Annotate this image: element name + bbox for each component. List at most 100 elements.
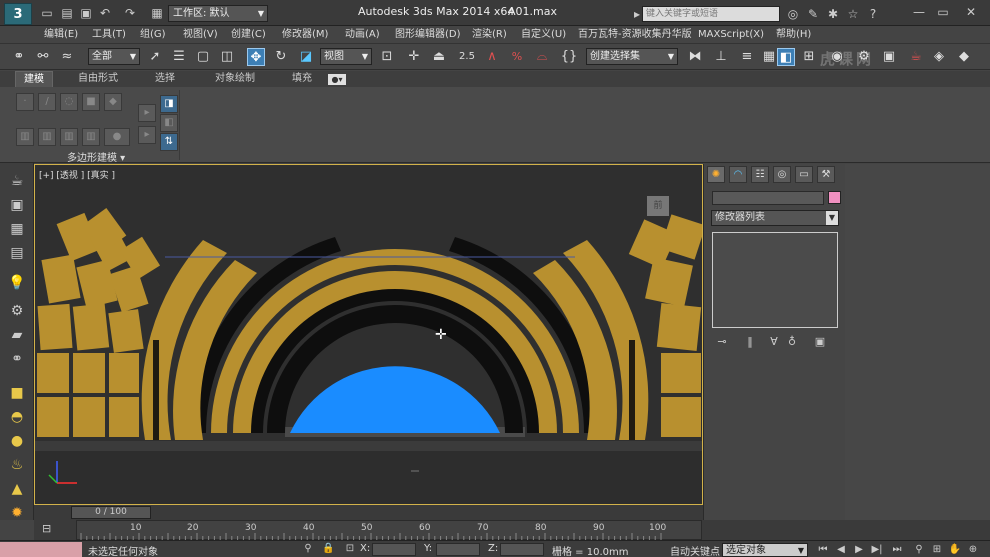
redo-icon[interactable]: ↷ <box>123 6 137 20</box>
undo-icon[interactable]: ↶ <box>98 6 112 20</box>
render-icon[interactable]: ▣ <box>7 195 27 215</box>
curve-editor-icon[interactable]: ◧ <box>777 48 795 66</box>
menu-plugin[interactable]: 百万瓦特-资源收集丹华版 <box>578 27 692 42</box>
ribbon-border-icon[interactable]: ◌ <box>60 93 78 111</box>
keyboard-shortcut-icon[interactable]: ⏏ <box>430 48 448 66</box>
go-to-start-icon[interactable]: ⏮ <box>816 543 830 557</box>
select-manipulate-icon[interactable]: ✛ <box>405 48 423 66</box>
tab-object-paint[interactable]: 对象绘制 <box>207 71 263 87</box>
menu-group[interactable]: 组(G) <box>140 27 166 42</box>
tab-freeform[interactable]: 自由形式 <box>70 71 126 87</box>
key-filter-dropdown[interactable]: 选定对象 ▼ <box>722 543 808 557</box>
ribbon-toggle-1-icon[interactable]: ◨ <box>160 95 178 113</box>
subscription-icon[interactable]: ✎ <box>806 7 820 21</box>
close-button[interactable]: ✕ <box>962 4 980 20</box>
modifier-stack[interactable] <box>712 232 838 328</box>
reference-coord-dropdown[interactable]: 视图 ▼ <box>320 48 372 65</box>
align-icon[interactable]: ⊥ <box>712 48 730 66</box>
menu-animation[interactable]: 动画(A) <box>345 27 380 42</box>
ribbon-tool-1-icon[interactable]: ▥ <box>16 128 34 146</box>
pin-stack-icon[interactable]: ⊸ <box>714 334 730 350</box>
menu-maxscript[interactable]: MAXScript(X) <box>698 27 764 42</box>
hemisphere-icon[interactable]: ◓ <box>7 407 27 427</box>
viewcube[interactable]: 前 <box>647 196 669 216</box>
mirror-icon[interactable]: ⧓ <box>686 48 704 66</box>
sphere-icon[interactable]: ● <box>7 431 27 451</box>
save-icon[interactable]: ▣ <box>79 6 93 20</box>
next-frame-icon[interactable]: ▶| <box>870 543 884 557</box>
box-icon[interactable]: ■ <box>7 383 27 403</box>
layer-manager-icon[interactable]: ≡ <box>738 48 756 66</box>
ribbon-tool-5-icon[interactable]: ● <box>104 128 130 146</box>
pivot-center-icon[interactable]: ⊡ <box>378 48 396 66</box>
teapot-icon[interactable]: ☕ <box>7 171 27 191</box>
show-end-result-icon[interactable]: ‖ <box>742 334 758 350</box>
menu-edit[interactable]: 编辑(E) <box>44 27 78 42</box>
tab-modeling[interactable]: 建模 <box>15 71 53 87</box>
calculator-icon[interactable]: ▦ <box>7 219 27 239</box>
window-crossing-icon[interactable]: ◫ <box>218 48 236 66</box>
configure-modifier-sets-icon[interactable]: ▣ <box>812 334 828 350</box>
project-folder-icon[interactable]: ▦ <box>150 6 164 20</box>
unlink-icon[interactable]: ⚯ <box>34 48 52 66</box>
polygon-modeling-label[interactable]: 多边形建模 ▾ <box>67 149 125 164</box>
tab-populate[interactable]: 填充 <box>284 71 320 87</box>
time-slider-thumb[interactable]: 0 / 100 <box>71 506 151 519</box>
absolute-mode-icon[interactable]: ⊡ <box>344 543 356 555</box>
object-color-swatch[interactable] <box>828 191 841 204</box>
zoom-all-icon[interactable]: ⊞ <box>930 543 944 557</box>
ribbon-vertex-icon[interactable]: · <box>16 93 34 111</box>
menu-help[interactable]: 帮助(H) <box>776 27 811 42</box>
menu-graph-editors[interactable]: 图形编辑器(D) <box>395 27 461 42</box>
lock-icon[interactable]: 🔒 <box>322 543 334 555</box>
app-logo-button[interactable]: 3 <box>4 3 32 25</box>
hierarchy-tab-icon[interactable]: ☷ <box>751 166 769 183</box>
menu-customize[interactable]: 自定义(U) <box>521 27 566 42</box>
link-icon[interactable]: ⚭ <box>7 349 27 369</box>
search-input[interactable]: 键入关键字或短语 <box>642 6 780 22</box>
binoculars-icon[interactable]: ◎ <box>786 7 800 21</box>
create-tab-icon[interactable]: ✺ <box>707 166 725 183</box>
ribbon-tool-3-icon[interactable]: ▥ <box>60 128 78 146</box>
help-icon[interactable]: ? <box>866 7 880 21</box>
x-coordinate-field[interactable] <box>372 543 416 556</box>
display-tab-icon[interactable]: ▭ <box>795 166 813 183</box>
new-file-icon[interactable]: ▭ <box>40 6 54 20</box>
ribbon-options-icon[interactable]: ●▾ <box>328 74 346 85</box>
ribbon-side-2-icon[interactable]: ▸ <box>138 126 156 144</box>
rectangle-selection-icon[interactable]: ▢ <box>194 48 212 66</box>
pan-icon[interactable]: ✋ <box>948 543 962 557</box>
object-name-field[interactable] <box>712 191 824 205</box>
play-icon[interactable]: ▶ <box>852 543 866 557</box>
modify-tab-icon[interactable]: ◠ <box>729 166 747 183</box>
utilities-tab-icon[interactable]: ⚒ <box>817 166 835 183</box>
angle-snap-icon[interactable]: ∧ <box>483 48 501 66</box>
graphite-toggle-icon[interactable]: ▦ <box>760 48 778 66</box>
tab-selection[interactable]: 选择 <box>147 71 183 87</box>
star-icon[interactable]: ☆ <box>846 7 860 21</box>
ribbon-side-1-icon[interactable]: ▸ <box>138 104 156 122</box>
select-and-link-icon[interactable]: ⚭ <box>10 48 28 66</box>
viewport-label[interactable]: [+] [透视 ] [真实 ] <box>39 168 115 181</box>
z-coordinate-field[interactable] <box>500 543 544 556</box>
menu-views[interactable]: 视图(V) <box>183 27 218 42</box>
key-icon[interactable]: ⚲ <box>302 543 314 555</box>
ribbon-edge-icon[interactable]: / <box>38 93 56 111</box>
zoom-icon[interactable]: ⚲ <box>912 543 926 557</box>
ribbon-toggle-3-icon[interactable]: ⇅ <box>160 133 178 151</box>
ribbon-tool-4-icon[interactable]: ▥ <box>82 128 100 146</box>
open-file-icon[interactable]: ▤ <box>60 6 74 20</box>
ribbon-element-icon[interactable]: ◆ <box>104 93 122 111</box>
y-coordinate-field[interactable] <box>436 543 480 556</box>
time-slider[interactable]: 0 / 100 <box>34 505 703 520</box>
select-and-rotate-icon[interactable]: ↻ <box>272 48 290 66</box>
ribbon-tool-2-icon[interactable]: ▥ <box>38 128 56 146</box>
selection-filter-dropdown[interactable]: 全部 ▼ <box>88 48 140 65</box>
sun-icon[interactable]: ✹ <box>7 503 27 523</box>
bind-space-warp-icon[interactable]: ≈ <box>58 48 76 66</box>
select-by-name-icon[interactable]: ☰ <box>170 48 188 66</box>
track-bar-toggle-icon[interactable]: ⊟ <box>42 522 56 536</box>
light-bulb-icon[interactable]: 💡 <box>7 273 27 293</box>
cone-icon[interactable]: ▲ <box>7 479 27 499</box>
remove-modifier-icon[interactable]: ♁ <box>784 334 800 350</box>
